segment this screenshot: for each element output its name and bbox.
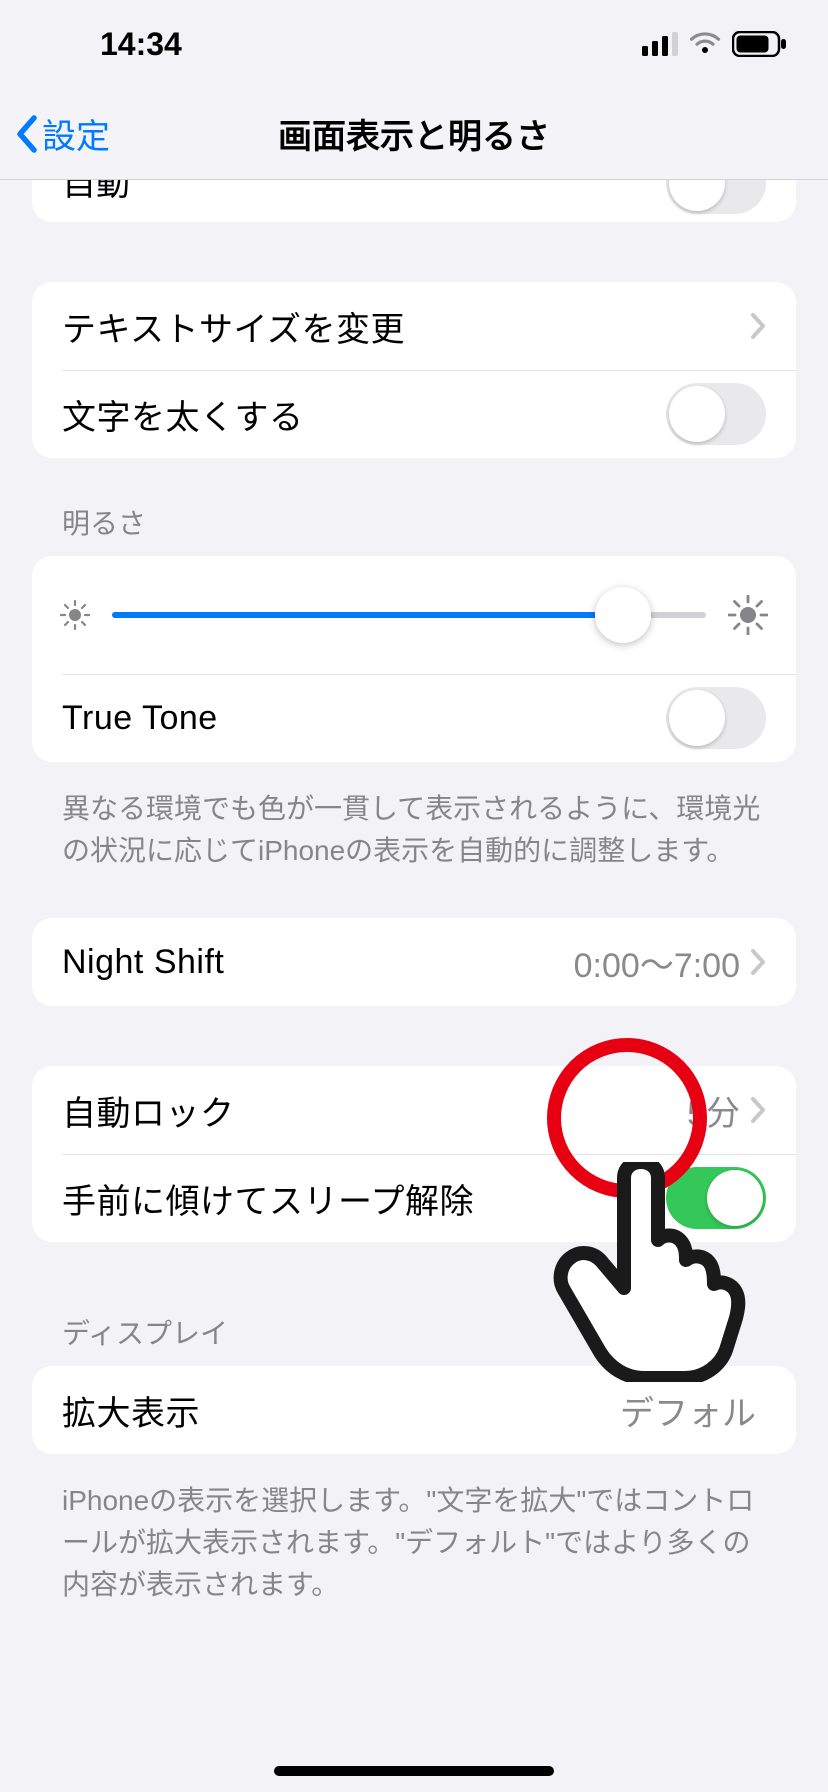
night-shift-value: 0:00～7:00 [574,938,740,987]
page-title: 画面表示と明るさ [278,109,550,158]
auto-label: 自動 [62,180,130,205]
bold-text-label: 文字を太くする [62,390,304,439]
true-tone-footer: 異なる環境でも色が一貫して表示されるように、環境光の状況に応じてiPhoneの表… [32,776,796,872]
status-icons [642,31,788,57]
status-time: 14:34 [100,26,182,63]
auto-lock-label: 自動ロック [62,1086,235,1135]
status-bar: 14:34 [0,0,828,88]
bold-text-switch[interactable] [666,383,766,445]
text-size-label: テキストサイズを変更 [62,302,405,351]
auto-appearance-row[interactable]: 自動 [32,180,796,222]
brightness-slider-row[interactable] [32,556,796,674]
bold-text-row[interactable]: 文字を太くする [32,370,796,458]
night-shift-group: Night Shift 0:00～7:00 [32,918,796,1006]
text-group: テキストサイズを変更 文字を太くする [32,282,796,458]
battery-icon [732,31,788,57]
true-tone-label: True Tone [62,699,218,738]
display-zoom-footer: iPhoneの表示を選択します。"文字を拡大"ではコントロールが拡大表示されます… [32,1468,796,1606]
chevron-right-icon [750,312,766,340]
home-indicator [274,1766,554,1776]
text-size-row[interactable]: テキストサイズを変更 [32,282,796,370]
raise-to-wake-row[interactable]: 手前に傾けてスリープ解除 [32,1154,796,1242]
lock-group: 自動ロック 5分 手前に傾けてスリープ解除 [32,1066,796,1242]
chevron-left-icon [14,115,38,153]
appearance-group-peek: 自動 [32,180,796,222]
brightness-group: True Tone [32,556,796,762]
display-zoom-group: 拡大表示 デフォル [32,1366,796,1454]
brightness-header: 明るさ [32,502,796,556]
brightness-slider[interactable] [112,612,706,618]
display-header: ディスプレイ [32,1312,796,1366]
wifi-icon [688,32,722,56]
back-button[interactable]: 設定 [14,109,110,158]
night-shift-row[interactable]: Night Shift 0:00～7:00 [32,918,796,1006]
sun-max-icon [728,595,768,635]
cellular-icon [642,32,678,56]
night-shift-label: Night Shift [62,943,224,982]
chevron-right-icon [750,948,766,976]
auto-lock-row[interactable]: 自動ロック 5分 [32,1066,796,1154]
display-zoom-value: デフォル [620,1386,756,1435]
back-label: 設定 [42,109,110,158]
true-tone-switch[interactable] [666,687,766,749]
raise-to-wake-switch[interactable] [666,1167,766,1229]
true-tone-row[interactable]: True Tone [32,674,796,762]
chevron-right-icon [750,1096,766,1124]
auto-switch[interactable] [666,180,766,214]
display-zoom-label: 拡大表示 [62,1386,200,1435]
auto-lock-value: 5分 [687,1086,740,1135]
display-zoom-row[interactable]: 拡大表示 デフォル [32,1366,796,1454]
nav-bar: 設定 画面表示と明るさ [0,88,828,180]
raise-to-wake-label: 手前に傾けてスリープ解除 [62,1174,474,1223]
sun-min-icon [60,600,90,630]
